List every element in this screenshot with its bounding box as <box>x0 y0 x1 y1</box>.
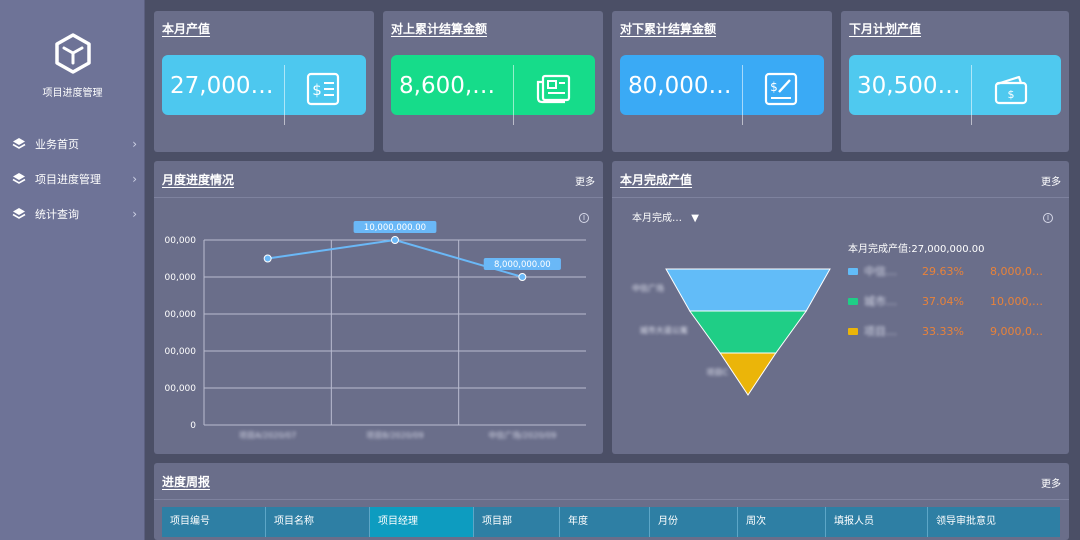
y-tick-label: 00,000 <box>165 273 197 283</box>
monthly-progress-panel: 月度进度情况 更多 i 0 00,000 00,000 00,000 00,000 00,… <box>154 161 603 454</box>
legend-amount: 10,000,… <box>990 295 1043 308</box>
completed-output-panel: 本月完成产值 更多 本月完成… ▼ i 本月完成产值:27,000,000.00… <box>612 161 1069 454</box>
sidebar-nav: 业务首页 › 项目进度管理 › 统计查询 › <box>0 126 145 231</box>
sidebar: 项目进度管理 业务首页 › 项目进度管理 › 统计查询 › <box>0 0 145 540</box>
y-tick-label: 00,000 <box>165 310 197 320</box>
layers-icon <box>12 137 26 149</box>
legend-percent: 37.04% <box>922 295 964 308</box>
x-tick-label: 中信广场/2020/09 <box>488 430 556 440</box>
y-tick-label: 00,000 <box>165 384 197 394</box>
data-point <box>263 254 272 263</box>
weekly-report-panel: 进度周报 更多 项目编号 项目名称 项目经理 项目部 年度 月份 周次 填报人员… <box>154 463 1069 540</box>
app-title: 项目进度管理 <box>42 88 103 99</box>
column-header[interactable]: 年度 <box>560 507 650 537</box>
y-tick-label: 00,000 <box>165 347 197 357</box>
column-header[interactable]: 周次 <box>738 507 826 537</box>
funnel-segment <box>688 310 808 354</box>
kpi-card[interactable]: 30,500… $ <box>849 55 1061 125</box>
kpi-divider <box>513 65 514 125</box>
sidebar-item-label: 业务首页 <box>35 137 79 151</box>
kpi-panel-month-output: 本月产值 27,000… $ <box>154 11 374 152</box>
kpi-divider <box>284 65 285 125</box>
funnel-label: 中信广场 <box>632 283 664 293</box>
legend-percent: 29.63% <box>922 265 964 278</box>
x-tick-label: 项目A/2020/07 <box>239 431 296 440</box>
y-tick-label: 0 <box>190 421 196 431</box>
newspaper-icon <box>536 74 571 104</box>
table-header: 项目编号 项目名称 项目经理 项目部 年度 月份 周次 填报人员 领导审批意见 <box>162 507 1060 537</box>
wallet-icon: $ <box>994 75 1028 105</box>
kpi-value: 30,500… <box>857 73 961 99</box>
legend-name: 项目… <box>864 325 897 338</box>
kpi-panel-lower-settlement: 对下累计结算金额 80,000… $ <box>612 11 832 152</box>
kpi-title: 本月产值 <box>162 22 211 36</box>
legend-swatch <box>848 328 858 335</box>
data-label: 8,000,000.00 <box>494 260 551 270</box>
data-label: 10,000,000.00 <box>364 223 426 233</box>
completed-funnel-chart: 中信广场 中信… 29.63% 8,000,0… 城市大道公寓 城市… 37.04% 10,0… <box>632 265 1043 396</box>
kpi-value: 80,000… <box>628 73 732 99</box>
legend-percent: 33.33% <box>922 325 964 338</box>
svg-text:$: $ <box>1008 88 1015 101</box>
column-header[interactable]: 项目经理 <box>370 507 474 537</box>
sidebar-item-statistics[interactable]: 统计查询 › <box>0 196 145 231</box>
sidebar-item-project-progress[interactable]: 项目进度管理 › <box>0 161 145 196</box>
monthly-line-chart: 0 00,000 00,000 00,000 00,000 00,000 项目A/2020/… <box>165 221 586 440</box>
legend-amount: 9,000,0… <box>990 325 1043 338</box>
sidebar-item-home[interactable]: 业务首页 › <box>0 126 145 161</box>
funnel-label: 城市大道公寓 <box>640 325 688 335</box>
app-logo: 项目进度管理 <box>0 32 145 99</box>
funnel-label: 项目C <box>707 368 729 377</box>
divider <box>154 499 1069 500</box>
kpi-card[interactable]: 27,000… $ <box>162 55 366 125</box>
legend-swatch <box>848 298 858 305</box>
legend-name: 中信… <box>864 265 897 278</box>
data-point <box>518 273 527 281</box>
sidebar-item-label: 项目进度管理 <box>35 172 101 186</box>
legend-swatch <box>848 268 858 275</box>
funnel-segment <box>665 268 831 312</box>
kpi-panel-upper-settlement: 对上累计结算金额 8,600,… <box>383 11 603 152</box>
sidebar-item-label: 统计查询 <box>35 207 79 221</box>
kpi-title: 对上累计结算金额 <box>391 22 488 36</box>
kpi-panel-next-month-plan: 下月计划产值 30,500… $ <box>841 11 1069 152</box>
kpi-card[interactable]: 8,600,… <box>391 55 595 125</box>
kpi-title: 下月计划产值 <box>849 22 922 36</box>
legend-amount: 8,000,0… <box>990 265 1043 278</box>
kpi-value: 27,000… <box>170 73 274 99</box>
chevron-right-icon: › <box>132 207 137 221</box>
svg-text:$: $ <box>770 80 778 94</box>
layers-icon <box>12 207 26 219</box>
kpi-divider <box>742 65 743 125</box>
signed-document-icon: $ <box>764 72 798 106</box>
column-header[interactable]: 项目部 <box>474 507 560 537</box>
funnel-segment <box>719 352 777 396</box>
chevron-right-icon: › <box>132 137 137 151</box>
column-header[interactable]: 项目编号 <box>162 507 266 537</box>
series-line <box>267 238 523 278</box>
cube-logo-icon <box>54 33 91 74</box>
kpi-card[interactable]: 80,000… $ <box>620 55 824 125</box>
x-tick-label: 项目B/2020/09 <box>366 431 423 440</box>
kpi-divider <box>971 65 972 125</box>
panel-title: 进度周报 <box>162 475 211 489</box>
y-tick-label: 00,000 <box>165 236 197 246</box>
column-header[interactable]: 填报人员 <box>826 507 928 537</box>
invoice-icon: $ <box>306 72 340 106</box>
legend-name: 城市… <box>864 294 897 308</box>
column-header[interactable]: 领导审批意见 <box>928 507 1060 537</box>
layers-icon <box>12 172 26 184</box>
data-point <box>391 236 399 244</box>
kpi-title: 对下累计结算金额 <box>620 22 717 36</box>
column-header[interactable]: 月份 <box>650 507 738 537</box>
chevron-right-icon: › <box>132 172 137 186</box>
more-link[interactable]: 更多 <box>1041 475 1061 490</box>
column-header[interactable]: 项目名称 <box>266 507 370 537</box>
kpi-value: 8,600,… <box>399 73 496 99</box>
svg-text:$: $ <box>312 81 322 99</box>
